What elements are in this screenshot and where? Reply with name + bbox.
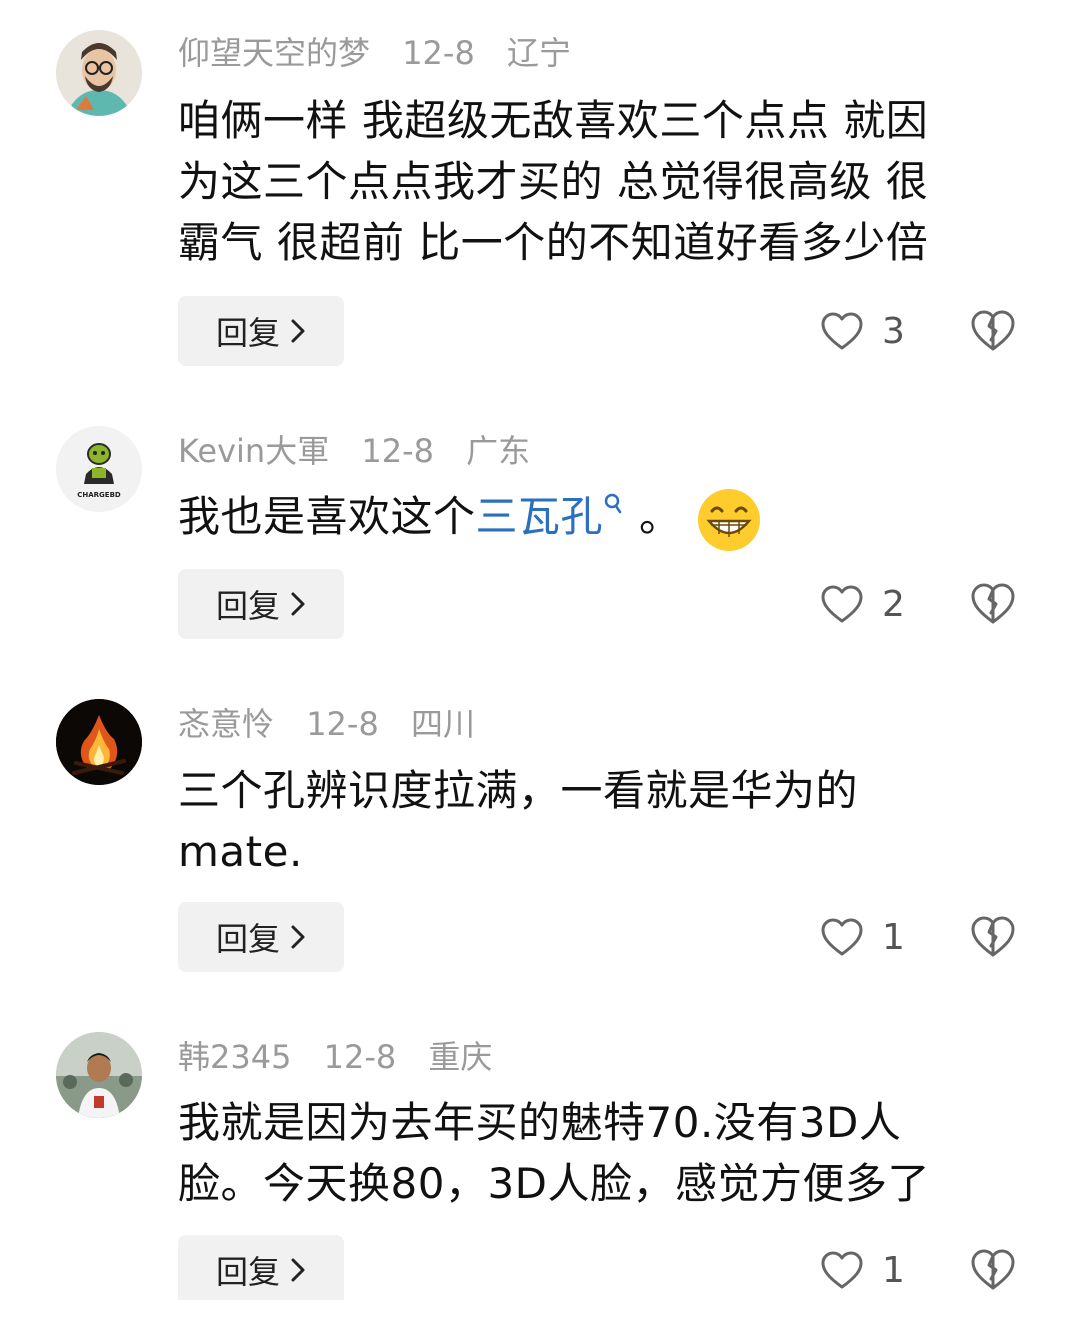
like-count: 3 xyxy=(882,310,905,352)
comment-text: 我也是喜欢这个三瓦孔。 xyxy=(178,486,1028,553)
reply-label: 回复 xyxy=(215,920,280,958)
chevron-right-icon xyxy=(291,1258,305,1282)
comment-date: 12-8 xyxy=(402,34,475,72)
chevron-right-icon xyxy=(291,319,305,343)
comment-item: 仰望天空的梦 12-8 辽宁 咱俩一样 我超级无敌喜欢三个点点 就因 为这三个点… xyxy=(0,0,1080,400)
comment-meta: Kevin大軍 12-8 广东 xyxy=(178,431,552,471)
grinning-face-emoji xyxy=(697,488,760,551)
heart-outline-icon xyxy=(821,585,863,623)
dislike-button[interactable] xyxy=(970,1248,1016,1292)
broken-heart-icon xyxy=(971,1249,1015,1290)
reply-label: 回复 xyxy=(215,587,280,625)
reply-button[interactable]: 回复 xyxy=(178,296,344,366)
comment-location: 重庆 xyxy=(428,1038,493,1076)
comment-line: 三个孔辨识度拉满，一看就是华为的 xyxy=(178,766,859,815)
comment-text-after: 。 xyxy=(639,492,682,541)
comment-text: 咱俩一样 我超级无敌喜欢三个点点 就因 为这三个点点我才买的 总觉得很高级 很 … xyxy=(178,90,1028,273)
username[interactable]: 忞意怜 xyxy=(178,705,274,743)
like-count: 2 xyxy=(882,583,905,625)
comment-item: 韩2345 12-8 重庆 我就是因为去年买的魅特70.没有3D人 脸。今天换8… xyxy=(0,1010,1080,1305)
comment-text: 我就是因为去年买的魅特70.没有3D人 脸。今天换80，3D人脸，感觉方便多了 xyxy=(178,1092,1028,1214)
comment-line: 我就是因为去年买的魅特70.没有3D人 xyxy=(178,1098,902,1147)
broken-heart-icon xyxy=(971,916,1015,957)
comment-date: 12-8 xyxy=(323,1038,397,1076)
avatar[interactable] xyxy=(56,30,142,116)
reply-button[interactable]: 回复 xyxy=(178,569,344,639)
dislike-button[interactable] xyxy=(970,582,1016,626)
heart-outline-icon xyxy=(821,918,863,956)
comment-date: 12-8 xyxy=(306,705,379,743)
username[interactable]: 仰望天空的梦 xyxy=(178,34,370,72)
search-link[interactable]: 三瓦孔 xyxy=(476,492,604,541)
comment-date: 12-8 xyxy=(361,432,434,470)
like-button[interactable]: 1 xyxy=(820,912,905,962)
comment-item: 忞意怜 12-8 四川 三个孔辨识度拉满，一看就是华为的 mate. 回复 1 xyxy=(0,670,1080,1010)
reply-button[interactable]: 回复 xyxy=(178,1235,344,1305)
like-button[interactable]: 2 xyxy=(820,579,905,629)
username[interactable]: Kevin大軍 xyxy=(178,432,329,470)
like-button[interactable]: 3 xyxy=(820,306,905,356)
avatar[interactable]: CHARGEBD xyxy=(56,426,142,512)
comment-location: 四川 xyxy=(410,705,475,743)
comment-meta: 忞意怜 12-8 四川 xyxy=(178,704,497,744)
avatar[interactable] xyxy=(56,699,142,785)
broken-heart-icon xyxy=(971,583,1015,624)
chevron-right-icon xyxy=(291,592,305,616)
comment-text: 三个孔辨识度拉满，一看就是华为的 mate. xyxy=(178,760,1028,882)
comment-location: 辽宁 xyxy=(506,34,571,72)
dislike-button[interactable] xyxy=(970,309,1016,353)
comment-line: 脸。今天换80，3D人脸，感觉方便多了 xyxy=(178,1159,931,1208)
search-icon[interactable] xyxy=(603,492,623,522)
reply-button[interactable]: 回复 xyxy=(178,902,344,972)
comment-meta: 韩2345 12-8 重庆 xyxy=(178,1037,514,1077)
comment-item: CHARGEBD Kevin大軍 12-8 广东 我也是喜欢这个三瓦孔。 回复 … xyxy=(0,400,1080,670)
avatar[interactable] xyxy=(56,1032,142,1118)
broken-heart-icon xyxy=(971,310,1015,351)
comment-line: 为这三个点点我才买的 总觉得很高级 很 xyxy=(178,157,929,206)
like-button[interactable]: 1 xyxy=(820,1245,905,1295)
comment-text-before: 我也是喜欢这个 xyxy=(178,492,476,541)
heart-outline-icon xyxy=(821,312,863,350)
comment-line: 霸气 很超前 比一个的不知道好看多少倍 xyxy=(178,218,929,267)
like-count: 1 xyxy=(882,1249,905,1291)
like-count: 1 xyxy=(882,916,905,958)
bottom-spacer xyxy=(0,1300,1080,1330)
username[interactable]: 韩2345 xyxy=(178,1038,291,1076)
reply-label: 回复 xyxy=(215,314,280,352)
comment-meta: 仰望天空的梦 12-8 辽宁 xyxy=(178,33,593,73)
comment-line: mate. xyxy=(178,827,303,876)
reply-label: 回复 xyxy=(215,1253,280,1291)
dislike-button[interactable] xyxy=(970,915,1016,959)
chevron-right-icon xyxy=(291,925,305,949)
heart-outline-icon xyxy=(821,1251,863,1289)
comment-line: 咱俩一样 我超级无敌喜欢三个点点 就因 xyxy=(178,96,929,145)
avatar-label: CHARGEBD xyxy=(77,491,121,499)
comment-location: 广东 xyxy=(466,432,531,470)
